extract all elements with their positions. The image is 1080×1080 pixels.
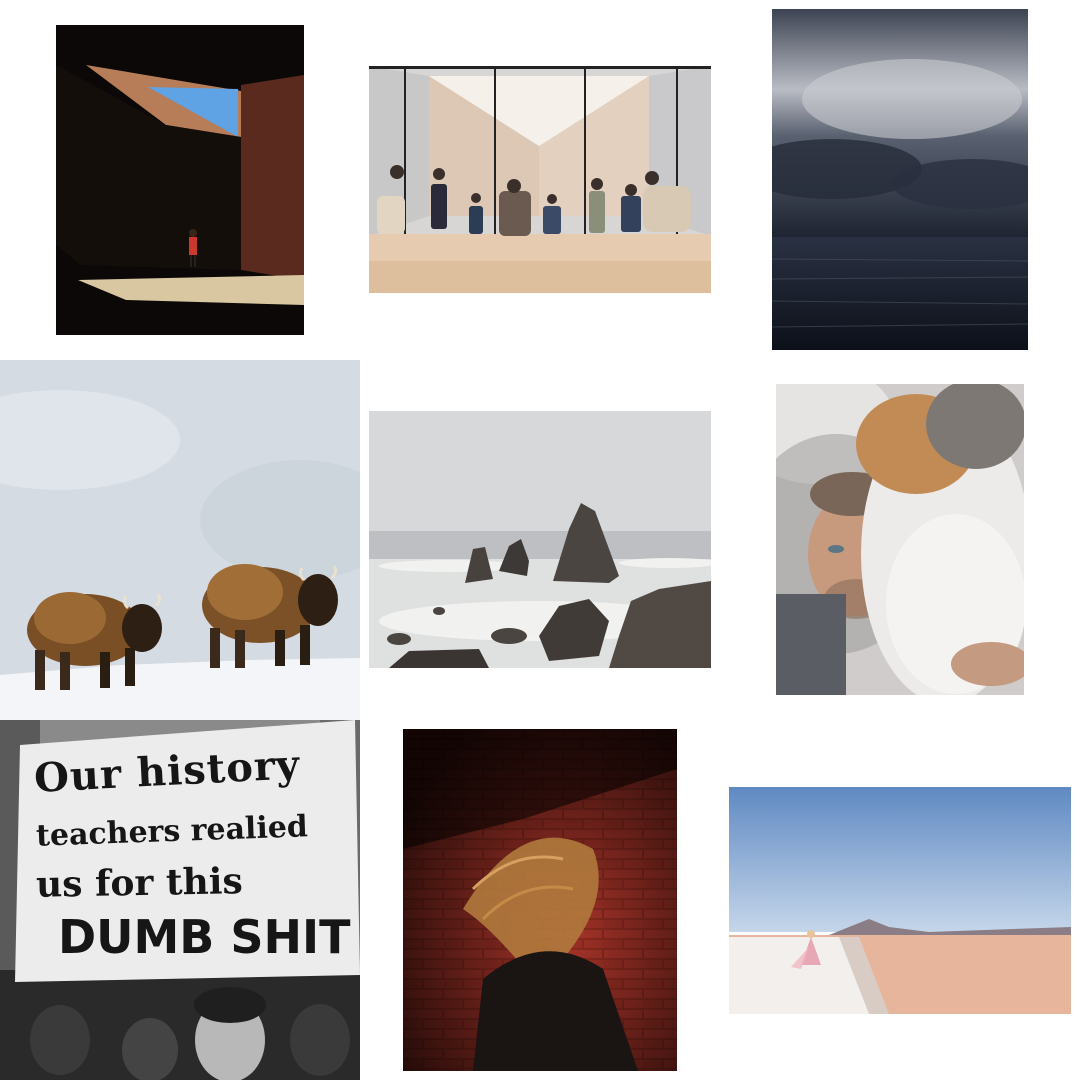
photo-hair-brick-wall	[403, 729, 677, 1071]
photo-family-window	[369, 66, 711, 293]
sign-line-3: us for this	[35, 860, 244, 906]
sign-line-4: DUMB SHIT	[58, 910, 351, 964]
photo-stormy-sea	[772, 9, 1028, 350]
photo-architecture-shadow	[56, 25, 304, 335]
person-figure	[189, 237, 197, 255]
photo-man-with-dog	[776, 384, 1024, 695]
photo-rocky-coast	[369, 411, 711, 668]
photo-bison-snow	[0, 360, 360, 720]
photo-protest-sign: Our history teachers realied us for this…	[0, 720, 360, 1080]
photo-salt-flats	[729, 787, 1071, 1014]
